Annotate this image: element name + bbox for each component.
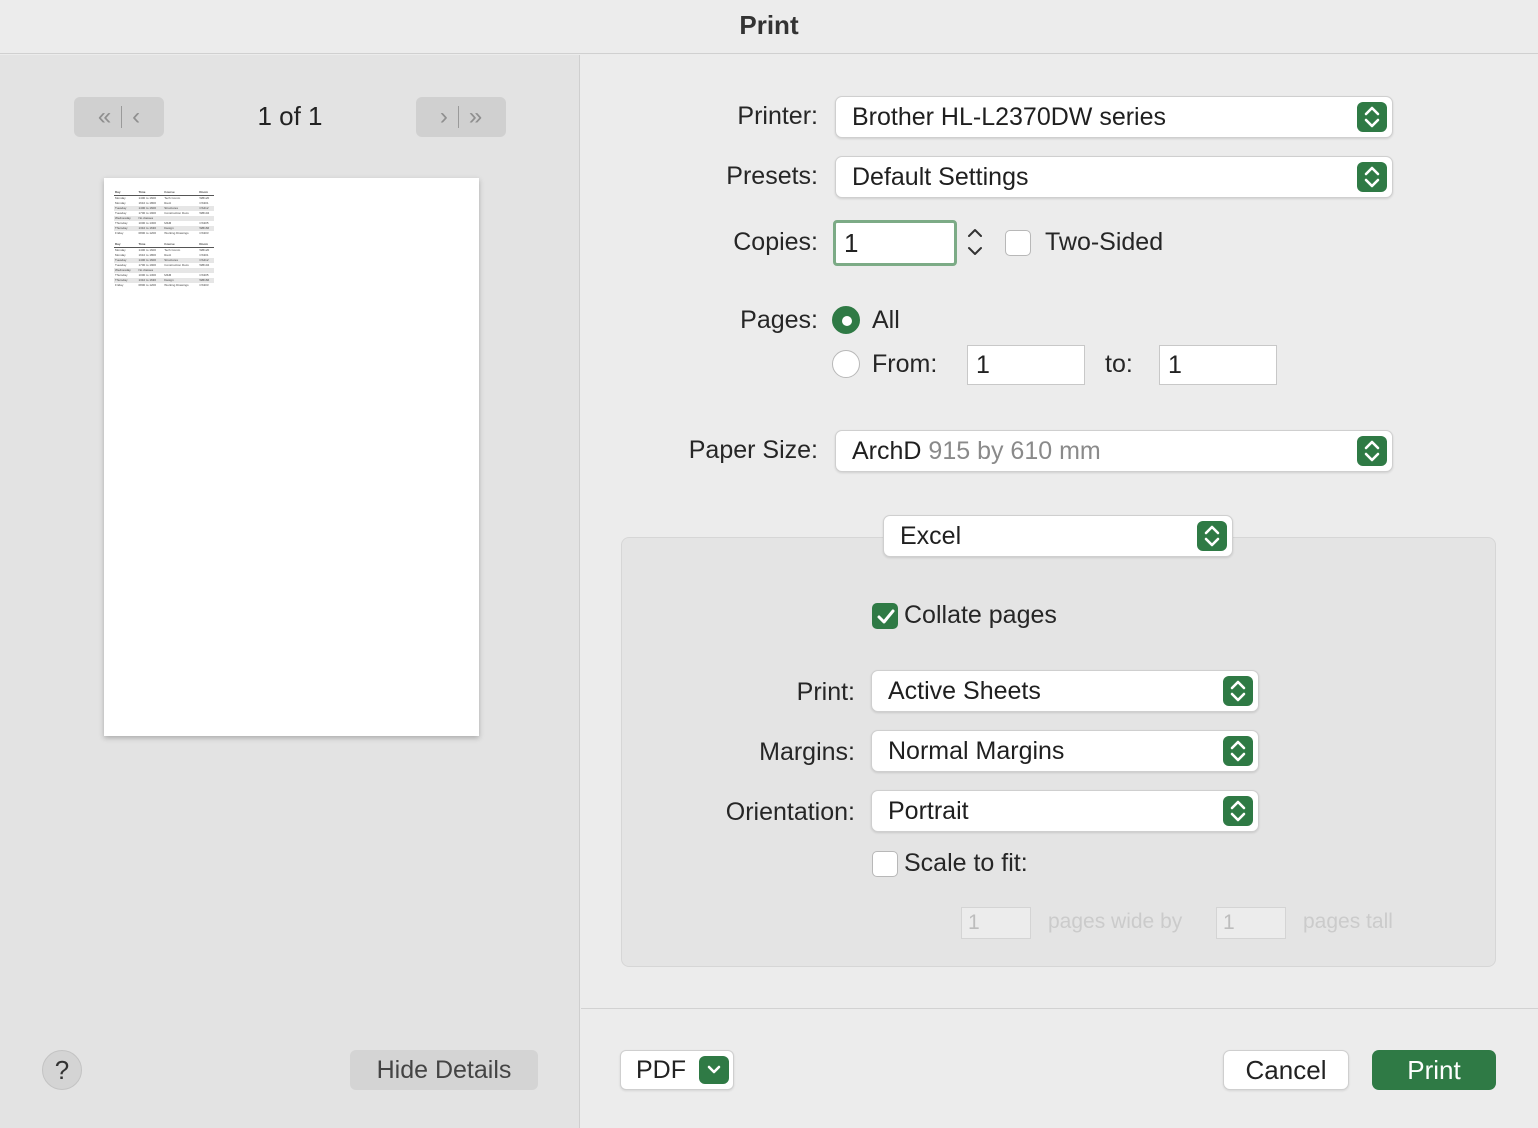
preview-cell: 0800 to 1200 (138, 231, 157, 235)
pages-label: Pages: (740, 306, 818, 334)
pages-to-input[interactable]: 1 (1159, 345, 1277, 385)
printer-value: Brother HL-L2370DW series (852, 103, 1167, 131)
orientation-label: Orientation: (725, 798, 855, 826)
printer-select[interactable]: Brother HL-L2370DW series (835, 96, 1393, 138)
popup-arrows-icon (1223, 796, 1253, 826)
paper-size-label: Paper Size: (688, 436, 818, 464)
paper-size-dims: 915 by 610 mm (928, 437, 1101, 465)
pages-tall-label: pages tall (1303, 910, 1393, 933)
margins-select[interactable]: Normal Margins (871, 730, 1259, 772)
two-sided-checkbox[interactable] (1005, 230, 1031, 256)
hide-details-button[interactable]: Hide Details (350, 1050, 538, 1090)
paper-size-select[interactable]: ArchD 915 by 610 mm (835, 430, 1393, 472)
window-title: Print (739, 10, 799, 40)
app-options-select[interactable]: Excel (883, 515, 1233, 557)
checkmark-icon (877, 609, 895, 624)
preview-table-2: Day Time Course Room Monday 1400 to 1600 Tech … (114, 242, 214, 288)
paper-size-name: ArchD (852, 437, 922, 465)
popup-arrows-icon (1357, 102, 1387, 132)
orientation-select[interactable]: Portrait (871, 790, 1259, 832)
copies-label: Copies: (733, 228, 818, 256)
preview-cell: Friday (115, 283, 124, 287)
popup-arrows-icon (1357, 436, 1387, 466)
excel-options-box: Collate pages Print: Active Sheets Margi… (621, 537, 1496, 967)
presets-select[interactable]: Default Settings (835, 156, 1393, 198)
printer-label: Printer: (737, 102, 818, 130)
two-sided-label: Two-Sided (1045, 228, 1164, 256)
popup-arrows-icon (1223, 736, 1253, 766)
app-options-value: Excel (900, 522, 962, 550)
preview-cell: Working Drawings (164, 283, 189, 287)
nav-separator (121, 106, 123, 128)
pages-wide-label: pages wide by (1048, 910, 1183, 933)
margins-value: Normal Margins (888, 737, 1065, 765)
settings-panel: Printer: Brother HL-L2370DW series Prese… (581, 55, 1538, 1128)
preview-row: Friday 0800 to 1200 Working Drawings CS303 (114, 231, 214, 236)
presets-value: Default Settings (852, 163, 1029, 191)
preview-cell: Working Drawings (164, 231, 189, 235)
preview-cell: CS303 (199, 283, 209, 287)
preview-panel: « ‹ 1 of 1 › » Day Time Course Room Monday 14… (0, 55, 580, 1128)
popup-arrows-icon (1197, 521, 1227, 551)
scale-to-fit-label: Scale to fit: (904, 849, 1028, 877)
first-prev-page-buttons[interactable]: « ‹ (74, 97, 164, 137)
copies-input[interactable]: 1 (833, 220, 957, 266)
preview-cell: CS303 (199, 231, 209, 235)
help-button[interactable]: ? (42, 1050, 82, 1090)
prev-page-icon[interactable]: ‹ (132, 103, 140, 131)
pages-from-label: From: (872, 350, 938, 378)
pdf-menu-button[interactable]: PDF (620, 1050, 734, 1090)
pages-from-input[interactable]: 1 (967, 345, 1085, 385)
pages-wide-input[interactable]: 1 (961, 907, 1031, 939)
nav-separator (457, 106, 459, 128)
popup-arrows-icon (1223, 676, 1253, 706)
collate-label: Collate pages (904, 601, 1057, 629)
title-bar: Print (0, 0, 1538, 54)
orientation-value: Portrait (888, 797, 969, 825)
print-scope-value: Active Sheets (888, 677, 1041, 705)
print-scope-label: Print: (796, 678, 855, 706)
copies-stepper[interactable] (961, 222, 989, 262)
preview-row: Friday 0800 to 1200 Working Drawings CS303 (114, 283, 214, 288)
next-last-page-buttons[interactable]: › » (416, 97, 506, 137)
pages-all-label: All (872, 306, 900, 334)
first-page-icon[interactable]: « (98, 103, 111, 131)
next-page-icon[interactable]: › (440, 103, 448, 131)
scale-to-fit-checkbox[interactable] (872, 851, 898, 877)
pages-from-radio[interactable] (832, 350, 860, 378)
preview-cell: 0800 to 1200 (138, 283, 157, 287)
last-page-icon[interactable]: » (469, 103, 482, 131)
margins-label: Margins: (759, 738, 855, 766)
presets-label: Presets: (726, 162, 818, 190)
chevron-down-icon (699, 1056, 729, 1084)
print-button[interactable]: Print (1372, 1050, 1496, 1090)
cancel-button[interactable]: Cancel (1223, 1050, 1349, 1090)
preview-cell: Friday (115, 231, 124, 235)
footer-divider (581, 1008, 1538, 1009)
pages-all-radio[interactable] (832, 306, 860, 334)
page-preview: Day Time Course Room Monday 1400 to 1600 Tech … (104, 178, 479, 736)
popup-arrows-icon (1357, 162, 1387, 192)
print-scope-select[interactable]: Active Sheets (871, 670, 1259, 712)
pdf-label: PDF (636, 1056, 686, 1084)
collate-checkbox[interactable] (872, 603, 898, 629)
pages-to-label: to: (1105, 350, 1133, 378)
page-indicator: 1 of 1 (257, 101, 323, 131)
preview-table-1: Day Time Course Room Monday 1400 to 1600 Tech … (114, 190, 214, 236)
pages-tall-input[interactable]: 1 (1216, 907, 1286, 939)
